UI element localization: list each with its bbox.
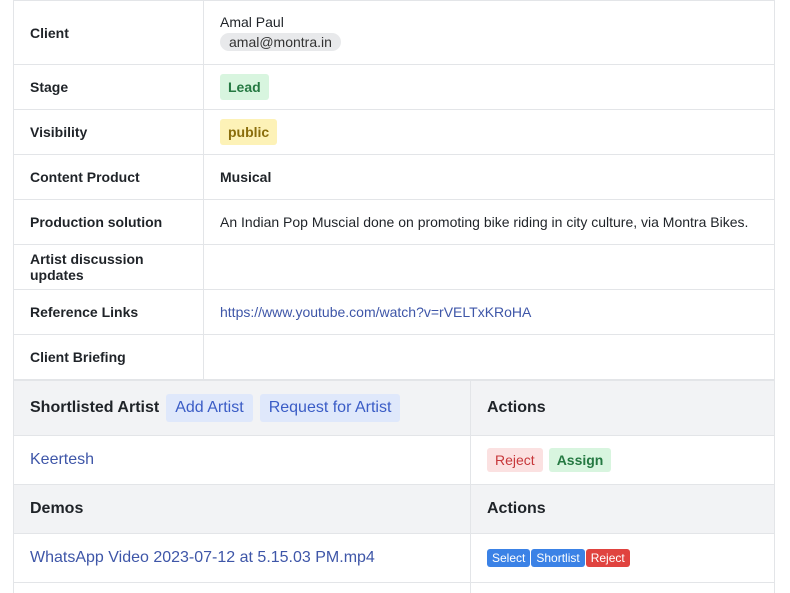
- artist-updates-row: Artist discussion updates: [13, 244, 775, 290]
- content-product-row: Content Product Musical: [13, 154, 775, 200]
- reject-demo-button[interactable]: Reject: [585, 549, 630, 567]
- table-row: Keertesh Reject Assign: [13, 435, 775, 485]
- production-solution-value: An Indian Pop Muscial done on promoting …: [203, 199, 775, 245]
- client-value: Amal Paul amal@montra.in: [203, 0, 775, 65]
- content-product-label: Content Product: [13, 154, 204, 200]
- details-table: Client Amal Paul amal@montra.in Stage Le…: [13, 0, 775, 380]
- production-solution-row: Production solution An Indian Pop Muscia…: [13, 199, 775, 245]
- assign-artist-button[interactable]: Assign: [548, 448, 612, 472]
- client-row: Client Amal Paul amal@montra.in: [13, 0, 775, 65]
- client-briefing-value: [203, 334, 775, 380]
- shortlist-title: Shortlisted Artist: [30, 399, 160, 416]
- stage-row: Stage Lead: [13, 64, 775, 110]
- client-briefing-label: Client Briefing: [13, 334, 204, 380]
- client-name: Amal Paul: [220, 14, 284, 30]
- content-product-value: Musical: [203, 154, 775, 200]
- client-label: Client: [13, 0, 204, 65]
- stage-label: Stage: [13, 64, 204, 110]
- select-demo-button[interactable]: Select: [487, 549, 531, 567]
- table-row: [13, 582, 775, 593]
- shortlist-demo-button[interactable]: Shortlist: [531, 549, 585, 567]
- stage-badge: Lead: [220, 74, 269, 100]
- demos-title: Demos: [13, 484, 471, 534]
- shortlist-table: Shortlisted Artist Add Artist Request for …: [13, 380, 775, 593]
- artist-updates-label: Artist discussion updates: [13, 244, 204, 290]
- demos-header: Demos Actions: [13, 484, 775, 534]
- artist-name-link[interactable]: Keertesh: [30, 451, 94, 468]
- shortlist-header: Shortlisted Artist Add Artist Request for …: [13, 380, 775, 436]
- reference-links-label: Reference Links: [13, 289, 204, 335]
- project-details-panel: Client Amal Paul amal@montra.in Stage Le…: [13, 0, 775, 593]
- artist-updates-value: [203, 244, 775, 290]
- reject-artist-button[interactable]: Reject: [487, 448, 543, 472]
- client-briefing-row: Client Briefing: [13, 334, 775, 380]
- demos-actions-header: Actions: [470, 484, 775, 534]
- visibility-row: Visibility public: [13, 109, 775, 155]
- add-artist-button[interactable]: Add Artist: [166, 394, 253, 422]
- request-artist-button[interactable]: Request for Artist: [259, 394, 401, 422]
- reference-link[interactable]: https://www.youtube.com/watch?v=rVELTxKR…: [220, 304, 531, 320]
- visibility-label: Visibility: [13, 109, 204, 155]
- production-solution-label: Production solution: [13, 199, 204, 245]
- reference-links-row: Reference Links https://www.youtube.com/…: [13, 289, 775, 335]
- shortlist-actions-header: Actions: [470, 380, 775, 436]
- visibility-badge: public: [220, 119, 278, 145]
- table-row: WhatsApp Video 2023-07-12 at 5.15.03 PM.…: [13, 533, 775, 583]
- demo-file-link[interactable]: WhatsApp Video 2023-07-12 at 5.15.03 PM.…: [30, 549, 375, 566]
- client-email-tag: amal@montra.in: [220, 33, 341, 51]
